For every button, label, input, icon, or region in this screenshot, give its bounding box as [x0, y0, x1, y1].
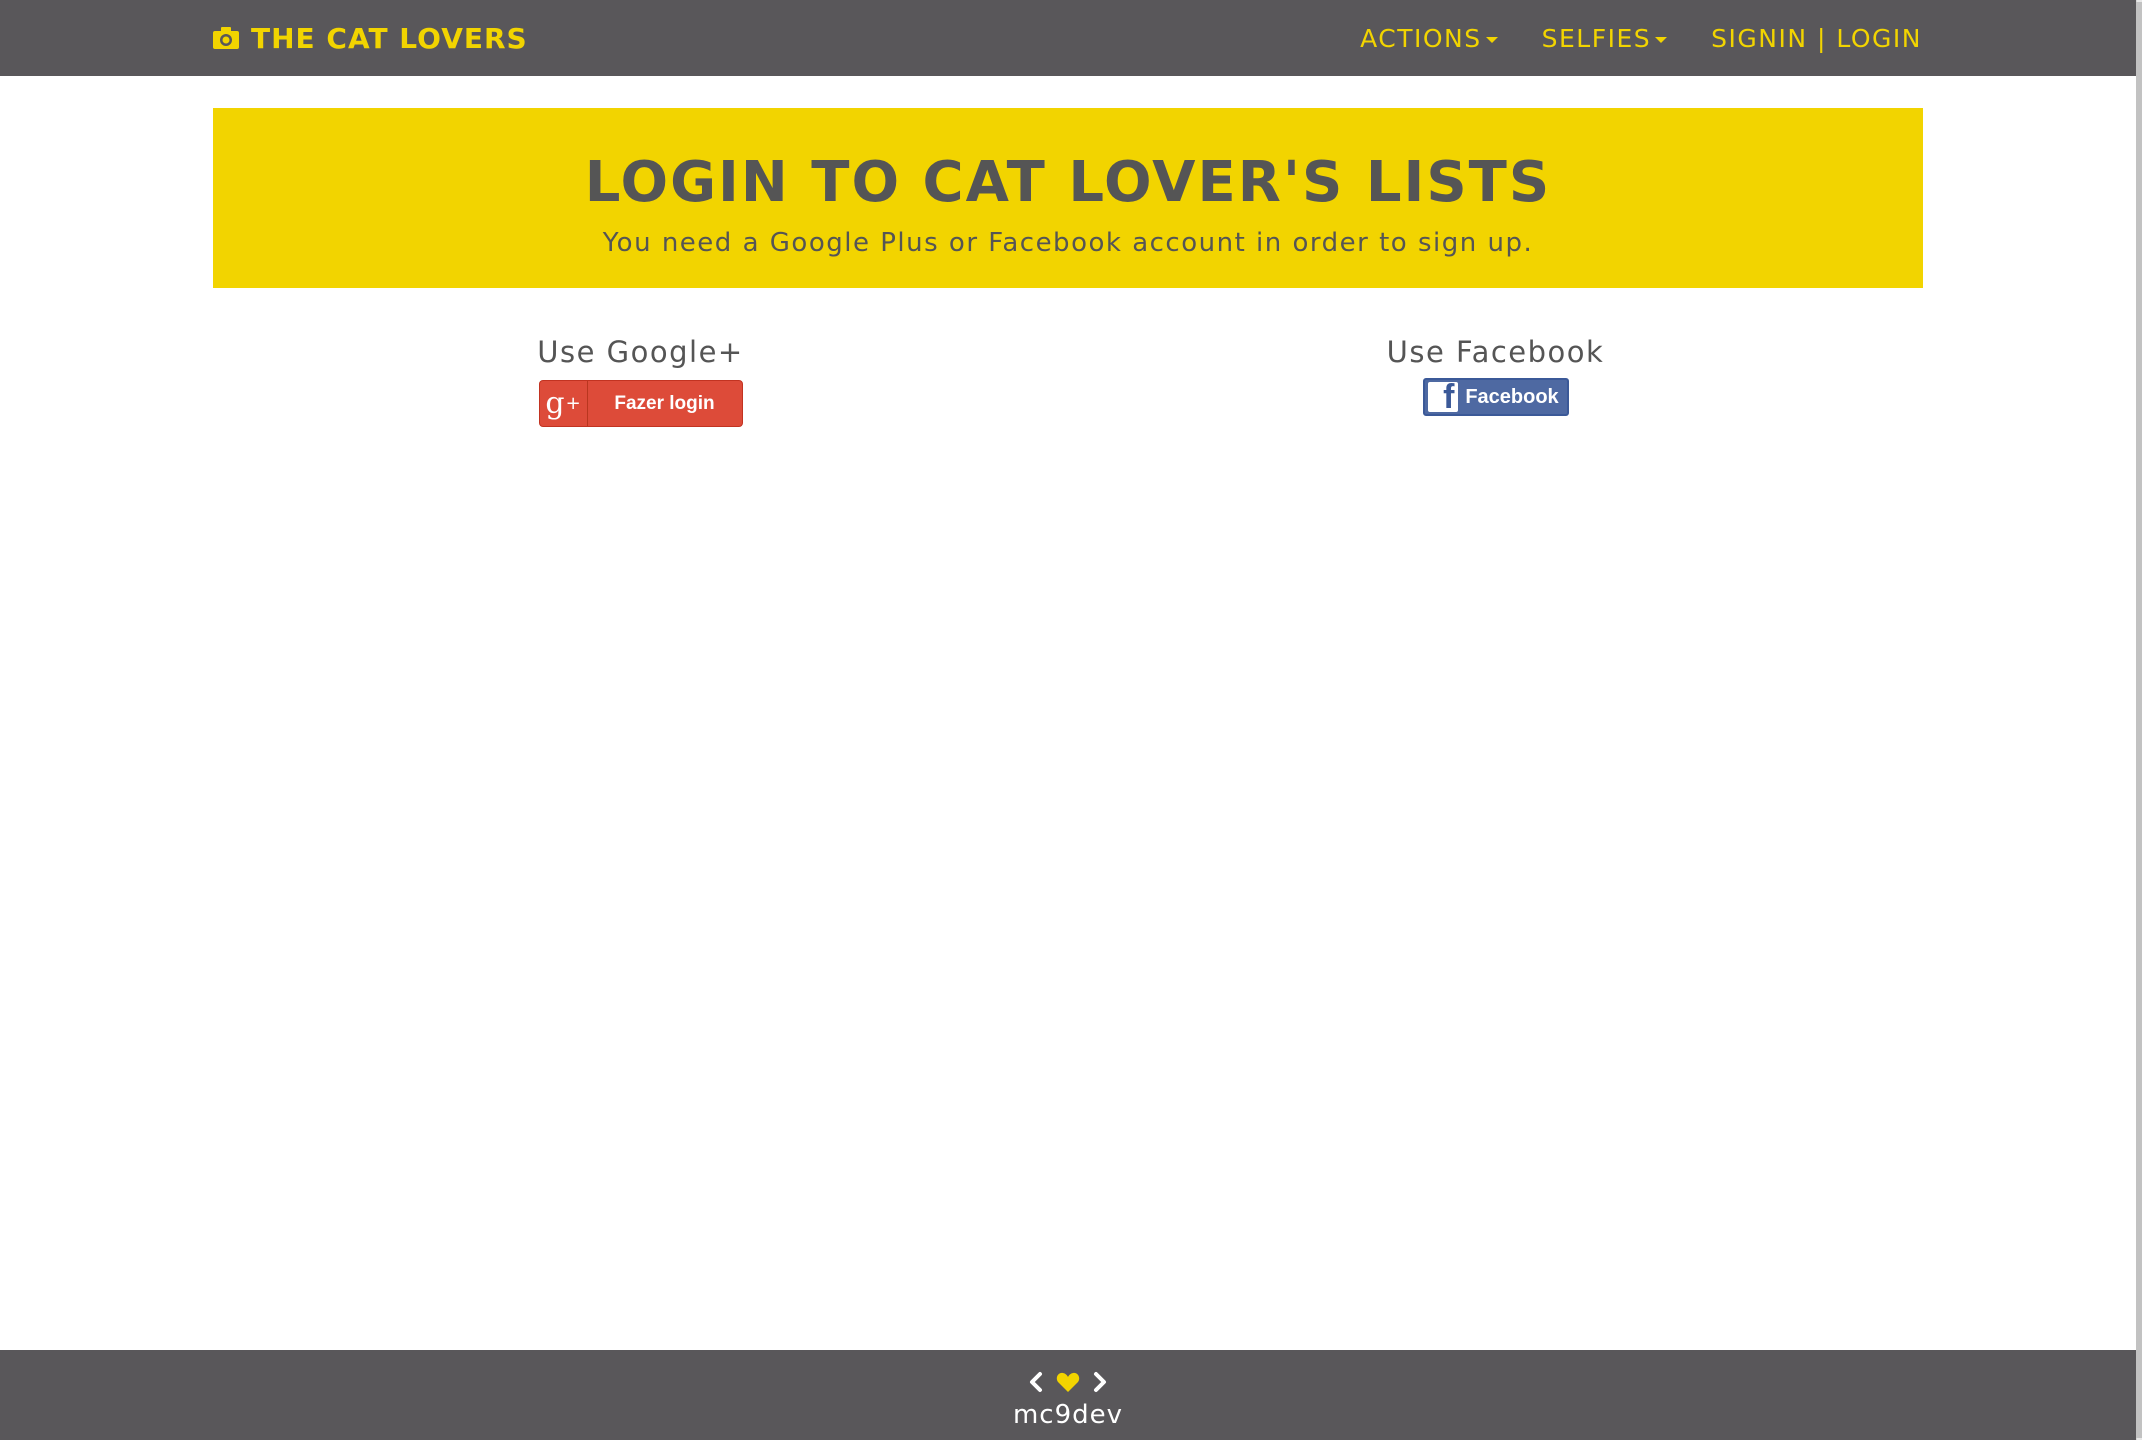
brand-label: THE CAT LOVERS [251, 21, 528, 55]
caret-down-icon [1485, 36, 1498, 43]
nav-selfies-dropdown[interactable]: SELFIES [1542, 24, 1668, 53]
google-heading: Use Google+ [537, 335, 744, 369]
nav-actions-dropdown[interactable]: ACTIONS [1360, 24, 1498, 53]
google-plus-icon-plus: + [565, 393, 581, 414]
vertical-scrollbar[interactable] [2136, 0, 2142, 1440]
footer: mc9dev [0, 1350, 2136, 1440]
page-title: LOGIN TO CAT LOVER'S LISTS [584, 150, 1552, 215]
facebook-login-label: Facebook [1465, 385, 1559, 408]
footer-icons [0, 1370, 2136, 1394]
nav-selfies-label: SELFIES [1541, 23, 1652, 53]
facebook-login-column: Use Facebook f Facebook [1068, 330, 1923, 416]
page: THE CAT LOVERS ACTIONS SELFIES SIGNIN | … [0, 0, 2142, 1440]
jumbotron: LOGIN TO CAT LOVER'S LISTS You need a Go… [213, 108, 1923, 288]
facebook-heading: Use Facebook [1386, 335, 1605, 369]
chevron-left-icon[interactable] [1028, 1371, 1044, 1393]
facebook-login-button[interactable]: f Facebook [1422, 378, 1569, 416]
camera-icon [213, 27, 239, 49]
nav-actions-label: ACTIONS [1360, 23, 1482, 53]
facebook-icon: f [1427, 382, 1458, 412]
nav-links: ACTIONS SELFIES SIGNIN | LOGIN [1316, 0, 1922, 76]
nav-signin-login-link[interactable]: SIGNIN | LOGIN [1711, 24, 1922, 53]
heart-icon [1056, 1372, 1080, 1392]
google-login-column: Use Google+ g + Fazer login [213, 330, 1068, 427]
page-subtitle: You need a Google Plus or Facebook accou… [602, 227, 1534, 258]
footer-credit[interactable]: mc9dev [0, 1400, 2136, 1430]
caret-down-icon [1655, 36, 1668, 43]
chevron-right-icon[interactable] [1092, 1371, 1108, 1393]
scrollbar-thumb[interactable] [2136, 2, 2142, 1438]
google-signin-label: Fazer login [614, 392, 715, 414]
navbar: THE CAT LOVERS ACTIONS SELFIES SIGNIN | … [0, 0, 2136, 76]
nav-signin-login-label: SIGNIN | LOGIN [1711, 23, 1922, 53]
google-plus-icon: g + [540, 381, 588, 426]
brand-link[interactable]: THE CAT LOVERS [213, 0, 528, 76]
google-plus-icon-letter: g [545, 386, 565, 421]
google-signin-button[interactable]: g + Fazer login [538, 380, 743, 427]
facebook-icon-letter: f [1443, 382, 1455, 412]
